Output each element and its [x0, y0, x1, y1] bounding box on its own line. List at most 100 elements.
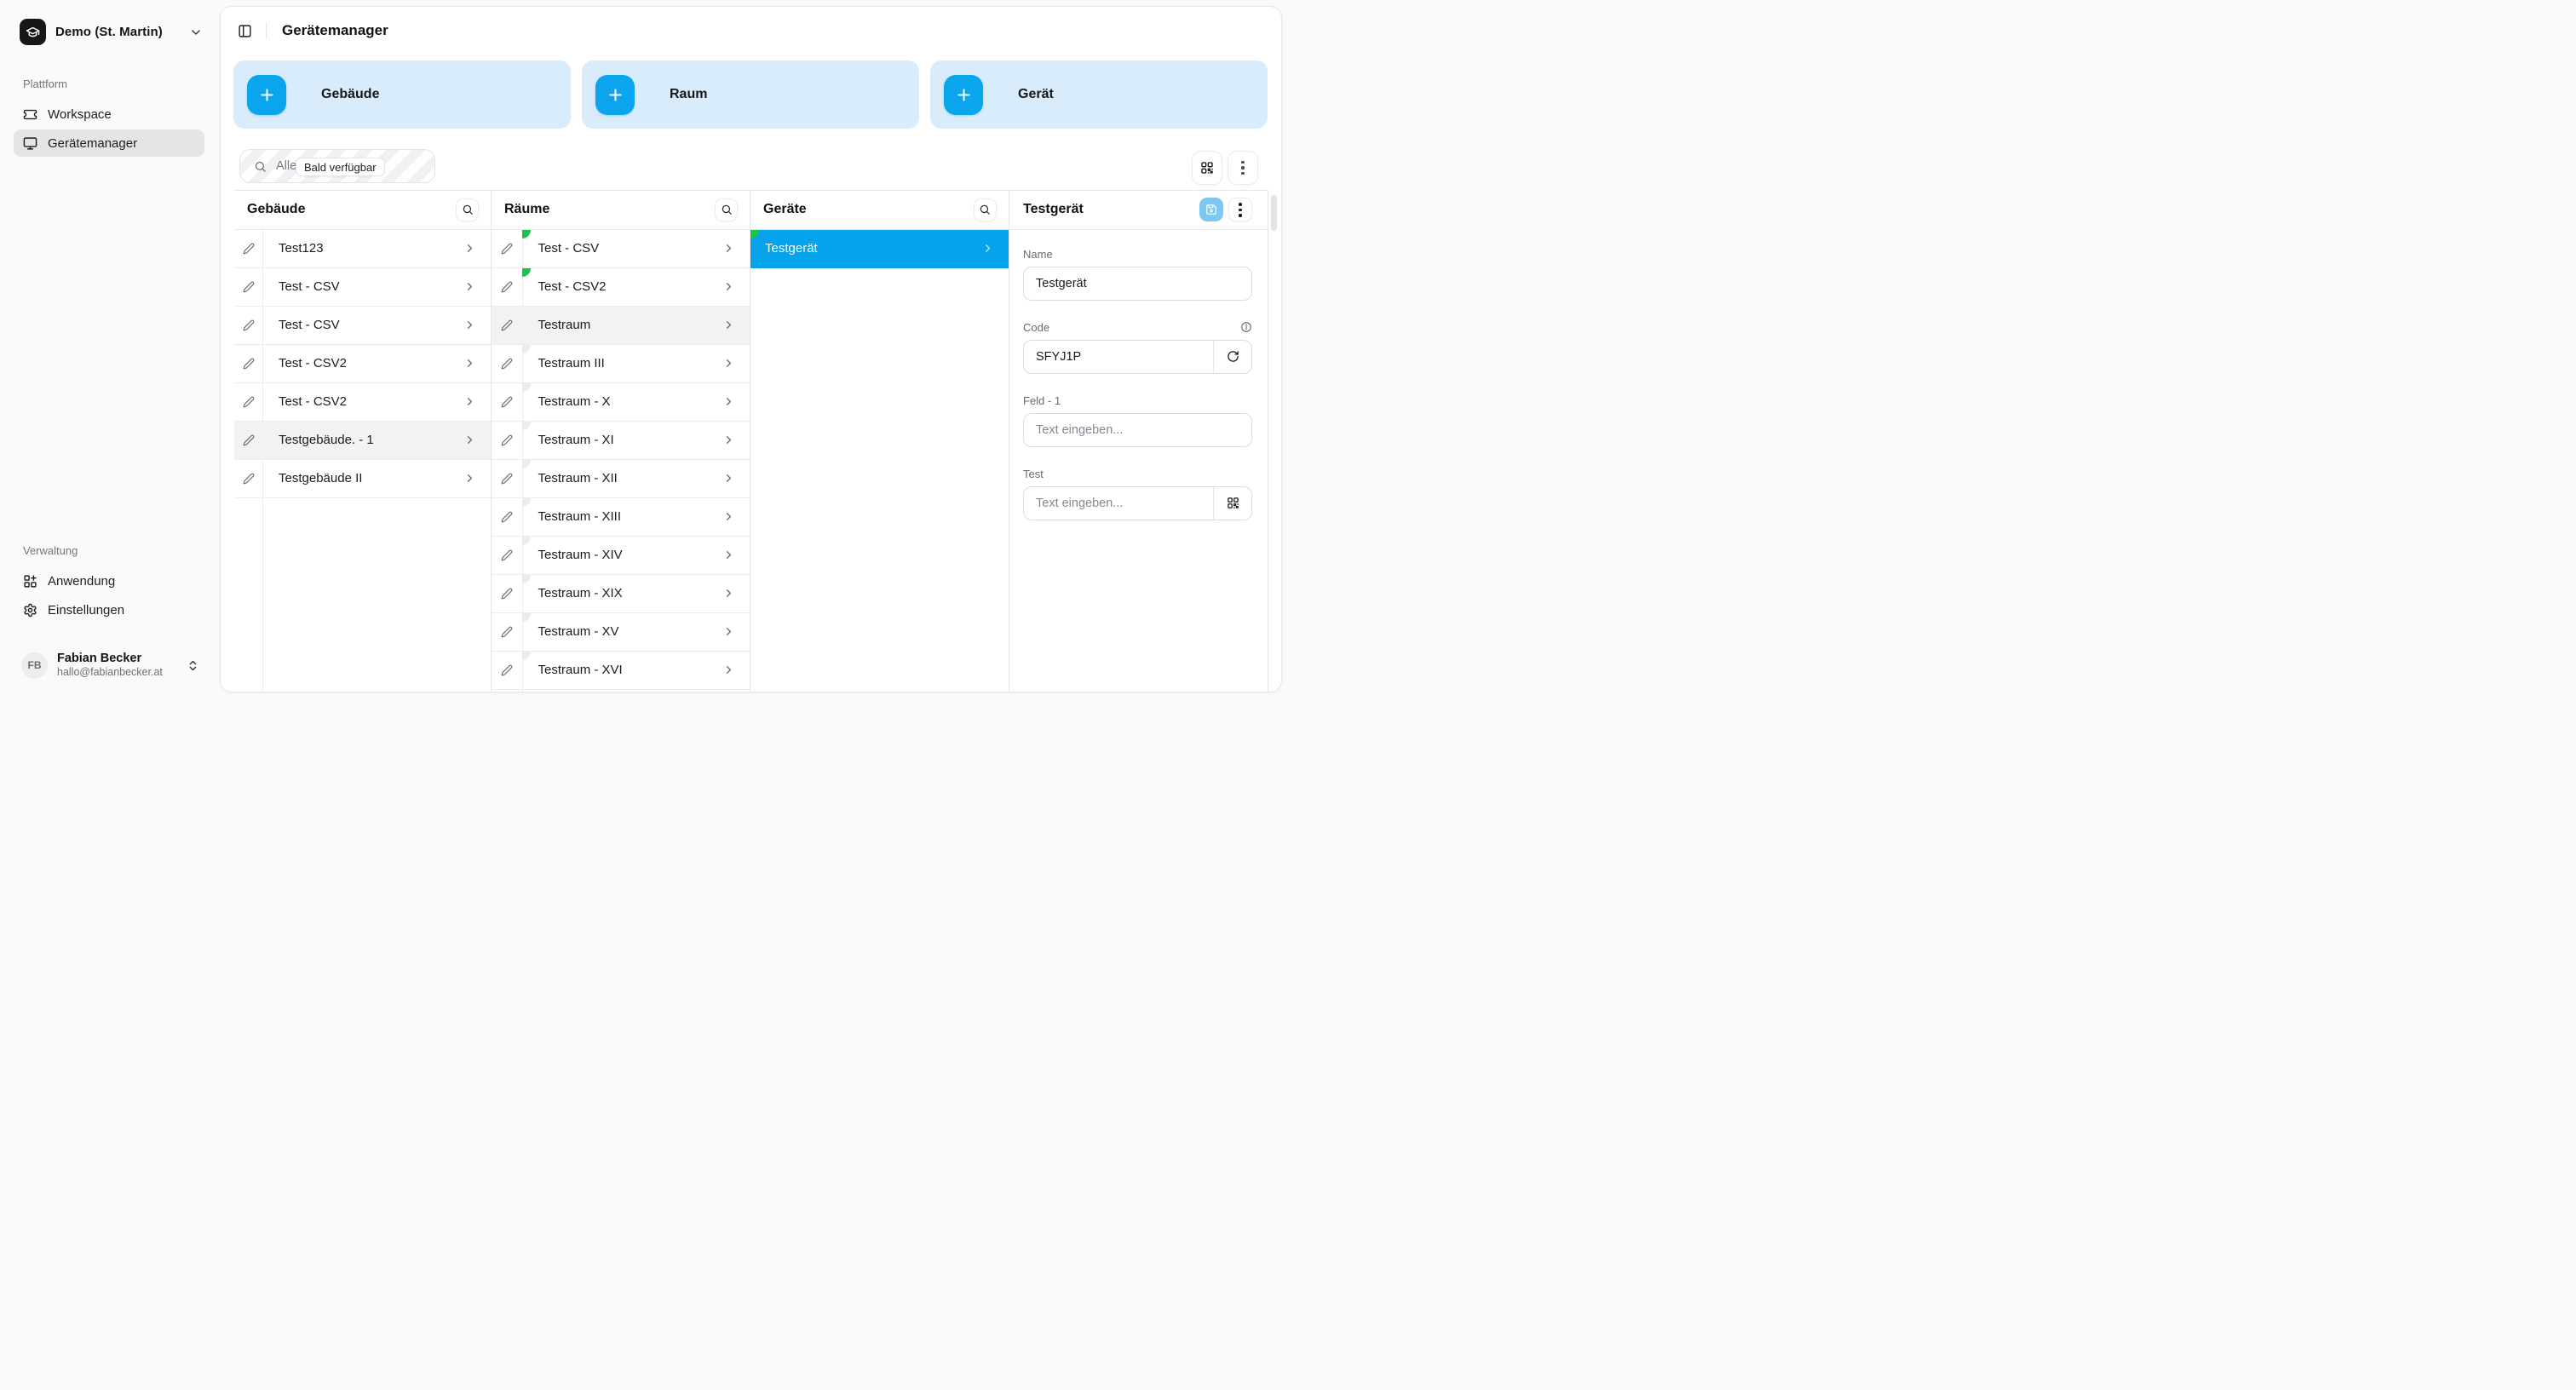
sidebar-item-settings[interactable]: Einstellungen — [14, 596, 204, 623]
avatar: FB — [21, 652, 48, 679]
scrollbar[interactable] — [1271, 195, 1277, 231]
chevron-right-icon — [463, 307, 491, 344]
sidebar-item-device-manager[interactable]: Gerätemanager — [14, 129, 204, 157]
status-marker — [750, 230, 759, 238]
table-row[interactable]: Test - CSV2 — [234, 383, 491, 422]
code-input[interactable] — [1024, 341, 1213, 373]
chevron-right-icon — [722, 307, 750, 344]
column-header: Geräte — [750, 191, 1009, 230]
pencil-icon — [243, 473, 255, 485]
add-building-button[interactable]: Gebäude — [233, 60, 571, 129]
regenerate-code-button[interactable] — [1213, 341, 1251, 373]
qr-code-button[interactable] — [1192, 151, 1222, 185]
field-label-test: Test — [1023, 468, 1044, 480]
table-row[interactable]: Testgebäude II — [234, 460, 491, 498]
table-row[interactable]: Test - CSV2 — [234, 345, 491, 383]
edit-row-button[interactable] — [234, 307, 262, 344]
edit-row-button[interactable] — [492, 537, 522, 574]
status-marker — [522, 460, 531, 468]
scan-qr-button[interactable] — [1213, 487, 1251, 520]
table-row[interactable]: Testraum - XI — [492, 422, 750, 460]
column-search-button[interactable] — [456, 198, 479, 221]
edit-row-button[interactable] — [492, 498, 522, 536]
row-label: Testraum - XIV — [538, 548, 623, 562]
edit-row-button[interactable] — [234, 345, 262, 382]
pencil-icon — [243, 358, 255, 370]
feld1-input[interactable] — [1024, 414, 1251, 446]
pencil-icon — [501, 358, 513, 370]
edit-row-button[interactable] — [234, 383, 262, 421]
org-switcher[interactable]: Demo (St. Martin) — [0, 0, 220, 45]
status-marker — [522, 498, 531, 507]
test-input[interactable] — [1024, 487, 1213, 520]
row-label: Test - CSV — [279, 279, 340, 294]
table-row[interactable]: Test - CSV — [234, 268, 491, 307]
chevron-down-icon[interactable] — [189, 26, 203, 39]
row-label: Testgebäude. - 1 — [279, 433, 374, 447]
row-label: Testraum - XIII — [538, 509, 622, 524]
search-icon — [254, 160, 267, 173]
edit-row-button[interactable] — [492, 422, 522, 459]
sidebar-item-application[interactable]: Anwendung — [14, 567, 204, 594]
table-row[interactable]: Testraum - X — [492, 383, 750, 422]
column-buildings: Gebäude Test123 Test - CSV — [234, 191, 492, 692]
chevron-right-icon — [463, 422, 491, 459]
table-row[interactable]: Testraum — [492, 307, 750, 345]
edit-row-button[interactable] — [492, 575, 522, 612]
chevron-right-icon — [463, 383, 491, 421]
room-list: Test - CSV Test - CSV2 Testraum — [492, 230, 750, 690]
table-row[interactable]: Test - CSV2 — [492, 268, 750, 307]
status-marker — [522, 268, 531, 277]
table-row[interactable]: Testraum - XII — [492, 460, 750, 498]
gear-icon — [23, 603, 37, 617]
edit-row-button[interactable] — [492, 460, 522, 497]
save-button[interactable] — [1199, 198, 1223, 221]
table-row-selected[interactable]: Testgerät — [750, 230, 1009, 268]
table-row[interactable]: Test - CSV — [234, 307, 491, 345]
user-name: Fabian Becker — [57, 651, 163, 666]
edit-row-button[interactable] — [492, 613, 522, 651]
plus-icon — [595, 75, 635, 115]
status-marker — [522, 345, 531, 353]
edit-row-button[interactable] — [234, 268, 262, 306]
table-row[interactable]: Test - CSV — [492, 230, 750, 268]
device-list: Testgerät — [750, 230, 1009, 268]
edit-row-button[interactable] — [492, 383, 522, 421]
column-title: Gebäude — [247, 202, 305, 217]
table-row[interactable]: Testraum III — [492, 345, 750, 383]
sidebar-item-workspace[interactable]: Workspace — [14, 101, 204, 128]
edit-row-button[interactable] — [492, 268, 522, 306]
table-row[interactable]: Testgebäude. - 1 — [234, 422, 491, 460]
edit-row-button[interactable] — [234, 422, 262, 459]
column-search-button[interactable] — [974, 198, 997, 221]
table-row[interactable]: Testraum - XVI — [492, 652, 750, 690]
table-row[interactable]: Testraum - XIII — [492, 498, 750, 537]
table-row[interactable]: Testraum - XV — [492, 613, 750, 652]
pencil-icon — [501, 281, 513, 293]
edit-row-button[interactable] — [492, 307, 522, 344]
row-label: Test - CSV2 — [538, 279, 607, 294]
table-row[interactable]: Test123 — [234, 230, 491, 268]
edit-row-button[interactable] — [234, 460, 262, 497]
edit-row-button[interactable] — [234, 230, 262, 267]
add-device-button[interactable]: Gerät — [930, 60, 1268, 129]
name-input[interactable] — [1024, 267, 1251, 300]
table-row[interactable]: Testraum - XIX — [492, 575, 750, 613]
pencil-icon — [501, 549, 513, 561]
pencil-icon — [501, 396, 513, 408]
field-label-name: Name — [1023, 248, 1053, 261]
edit-row-button[interactable] — [492, 230, 522, 267]
workspace-icon — [23, 107, 37, 122]
detail-more-options-button[interactable] — [1228, 198, 1252, 221]
column-search-button[interactable] — [715, 198, 738, 221]
more-options-button[interactable] — [1228, 151, 1258, 185]
table-row[interactable]: Testraum - XIV — [492, 537, 750, 575]
user-menu[interactable]: FB Fabian Becker hallo@fabianbecker.at — [14, 646, 204, 685]
add-room-button[interactable]: Raum — [582, 60, 919, 129]
sidebar-toggle-icon[interactable] — [238, 24, 252, 38]
edit-row-button[interactable] — [492, 345, 522, 382]
row-label: Test - CSV — [538, 241, 600, 256]
edit-row-button[interactable] — [492, 652, 522, 689]
global-search-input[interactable]: Alles durchsuchen... Bald verfügbar — [239, 149, 435, 183]
status-marker — [522, 575, 531, 583]
